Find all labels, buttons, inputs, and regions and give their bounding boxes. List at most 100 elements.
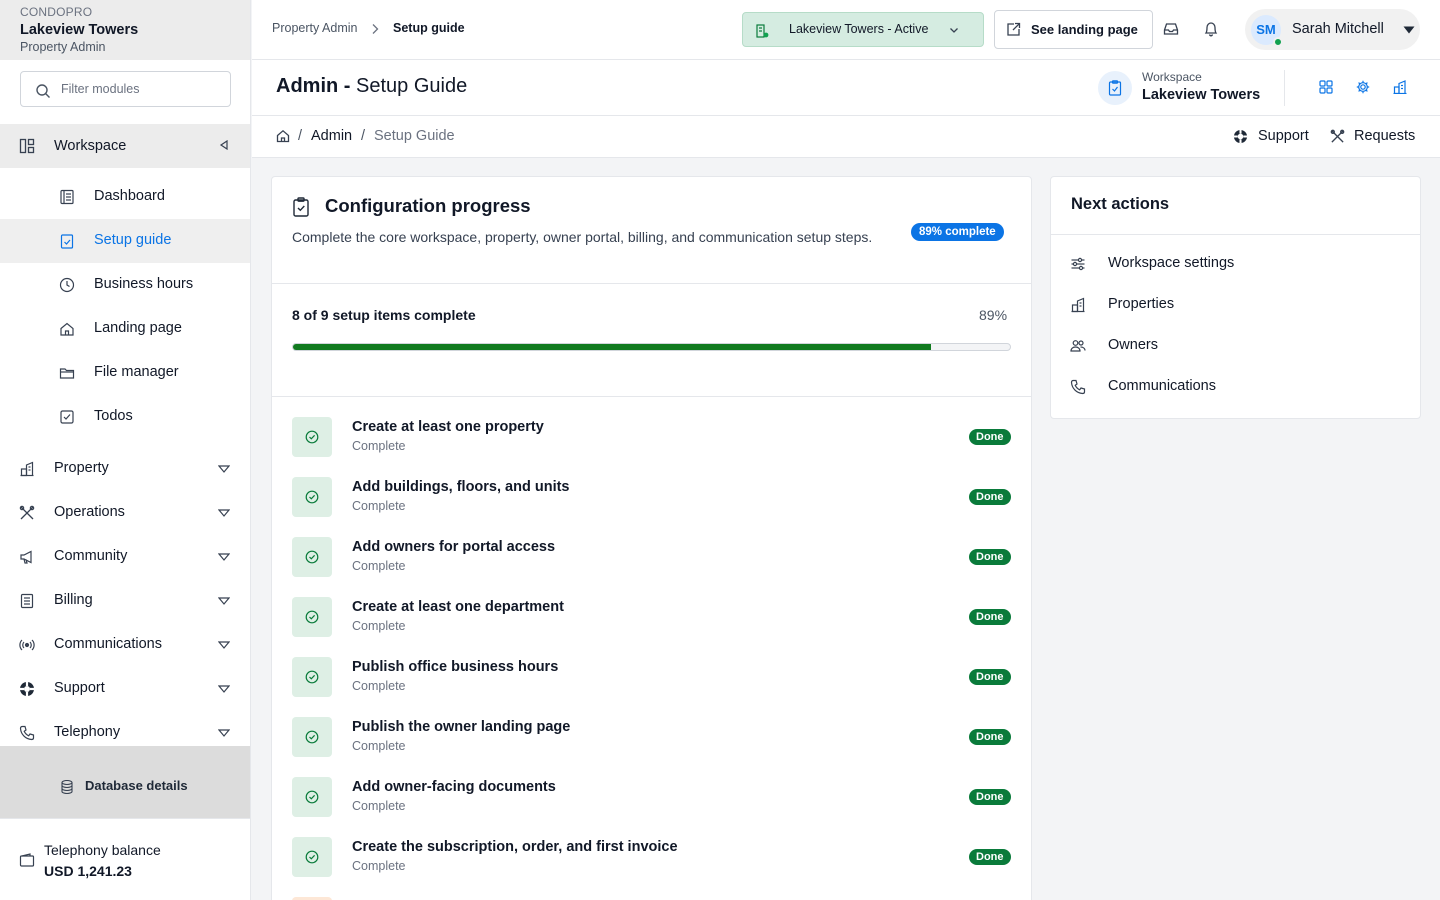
divider bbox=[1051, 234, 1420, 235]
page-title-bold: Admin - bbox=[276, 75, 351, 97]
caret-down-icon bbox=[1403, 26, 1415, 34]
sidebar-group-label: Workspace bbox=[54, 138, 127, 154]
sidebar-item-file-manager[interactable]: File manager bbox=[0, 351, 250, 395]
balance-value: USD 1,241.23 bbox=[44, 863, 132, 879]
grid-icon[interactable] bbox=[1319, 80, 1333, 94]
check-circle-icon bbox=[292, 477, 332, 517]
see-landing-page-label: See landing page bbox=[1031, 22, 1138, 37]
check-circle-icon bbox=[292, 717, 332, 757]
task-title: Add owner-facing documents bbox=[352, 779, 556, 795]
home-icon bbox=[59, 321, 75, 337]
breadcrumb-admin[interactable]: Admin bbox=[311, 128, 352, 144]
task-title: Add owners for portal access bbox=[352, 539, 556, 555]
done-badge: Done bbox=[969, 789, 1011, 805]
user-menu[interactable]: SM Sarah Mitchell bbox=[1245, 9, 1420, 50]
building-icon[interactable] bbox=[1393, 80, 1407, 94]
filter-modules-field bbox=[20, 71, 231, 107]
expand-caret-icon bbox=[218, 729, 230, 737]
expand-caret-icon bbox=[218, 509, 230, 517]
database-details-button[interactable]: Database details bbox=[0, 746, 250, 818]
task-row[interactable]: Add owners for portal access Complete Done bbox=[292, 537, 1011, 577]
chevron-right-icon bbox=[371, 23, 379, 35]
gear-icon[interactable] bbox=[1356, 80, 1370, 94]
expand-caret-icon bbox=[218, 597, 230, 605]
configuration-progress-card: Configuration progress Complete the core… bbox=[271, 176, 1032, 900]
done-badge: Done bbox=[969, 489, 1011, 505]
database-icon bbox=[61, 780, 73, 794]
sidebar-item-todos[interactable]: Todos bbox=[0, 395, 250, 439]
check-circle-icon bbox=[292, 777, 332, 817]
sidebar-item-business-hours[interactable]: Business hours bbox=[0, 263, 250, 307]
bell-icon[interactable] bbox=[1204, 21, 1218, 37]
header-workspace-name: Lakeview Towers bbox=[1142, 87, 1261, 103]
card-description: Complete the core workspace, property, o… bbox=[292, 229, 873, 245]
lifebuoy-icon bbox=[1233, 129, 1248, 144]
search-icon bbox=[35, 83, 51, 99]
sidebar-item-landing-page[interactable]: Landing page bbox=[0, 307, 250, 351]
task-status: Complete bbox=[352, 559, 406, 573]
sliders-icon bbox=[1070, 256, 1086, 272]
sidebar-section-community[interactable]: Community bbox=[0, 535, 250, 579]
dashboard-icon bbox=[59, 189, 75, 205]
sidebar-section-billing[interactable]: Billing bbox=[0, 579, 250, 623]
sidebar: CONDOPRO Lakeview Towers Property Admin … bbox=[0, 0, 251, 900]
check-circle-icon bbox=[292, 417, 332, 457]
sidebar-item-setup-guide[interactable]: Setup guide bbox=[0, 219, 250, 263]
next-action-communications[interactable]: Communications bbox=[1051, 367, 1420, 408]
page-title: Admin - Setup Guide bbox=[276, 75, 467, 98]
support-link[interactable]: Support bbox=[1258, 128, 1309, 144]
task-status: Complete bbox=[352, 739, 406, 753]
tools-icon bbox=[1330, 129, 1345, 144]
sidebar-section-label: Property bbox=[54, 460, 109, 476]
next-action-label: Properties bbox=[1108, 296, 1175, 312]
task-row[interactable]: Add buildings, floors, and units Complete… bbox=[292, 477, 1011, 517]
header-divider bbox=[1284, 70, 1285, 106]
task-status: Complete bbox=[352, 439, 406, 453]
completion-badge: 89% complete bbox=[911, 223, 1004, 241]
breadcrumb: / Admin / Setup Guide Support Requests bbox=[252, 116, 1440, 158]
workspace-select-value: Lakeview Towers - Active bbox=[789, 22, 929, 36]
see-landing-page-button[interactable]: See landing page bbox=[994, 10, 1153, 49]
filter-modules-input[interactable] bbox=[61, 79, 221, 99]
check-circle-icon bbox=[292, 537, 332, 577]
done-badge: Done bbox=[969, 849, 1011, 865]
next-actions-card: Next actions Workspace settings Properti… bbox=[1050, 176, 1421, 419]
sidebar-group-workspace[interactable]: Workspace bbox=[0, 124, 250, 168]
sidebar-section-label: Billing bbox=[54, 592, 93, 608]
database-details-label: Database details bbox=[85, 778, 188, 793]
task-row[interactable]: Create at least one department Complete Do… bbox=[292, 597, 1011, 637]
sidebar-section-property[interactable]: Property bbox=[0, 447, 250, 491]
divider bbox=[272, 396, 1031, 397]
sidebar-section-operations[interactable]: Operations bbox=[0, 491, 250, 535]
next-action-owners[interactable]: Owners bbox=[1051, 326, 1420, 367]
inbox-icon[interactable] bbox=[1163, 22, 1179, 36]
progress-bar bbox=[292, 343, 1011, 351]
workspace-select[interactable]: Lakeview Towers - Active bbox=[742, 12, 984, 47]
card-title: Configuration progress bbox=[325, 195, 531, 216]
task-row[interactable]: Create at least one property Complete Done bbox=[292, 417, 1011, 457]
breadcrumb-separator: / bbox=[298, 128, 303, 144]
task-row[interactable]: Publish the owner landing page Complete Do… bbox=[292, 717, 1011, 757]
next-action-properties[interactable]: Properties bbox=[1051, 285, 1420, 326]
expand-caret-icon bbox=[218, 553, 230, 561]
task-row[interactable]: Publish office business hours Complete Don… bbox=[292, 657, 1011, 697]
setup-count: 8 of 9 setup items complete bbox=[292, 307, 476, 323]
next-action-workspace-settings[interactable]: Workspace settings bbox=[1051, 244, 1420, 285]
home-icon[interactable] bbox=[276, 129, 290, 143]
online-status-dot bbox=[1273, 37, 1283, 47]
sidebar-item-label: Setup guide bbox=[94, 232, 172, 248]
task-row[interactable]: Add owner-facing documents Complete Done bbox=[292, 777, 1011, 817]
tools-icon bbox=[19, 505, 35, 521]
lifebuoy-icon bbox=[19, 681, 35, 697]
sidebar-section-communications[interactable]: Communications bbox=[0, 623, 250, 667]
sidebar-section-support[interactable]: Support bbox=[0, 667, 250, 711]
check-circle-icon bbox=[292, 657, 332, 697]
done-badge: Done bbox=[969, 729, 1011, 745]
next-action-label: Owners bbox=[1108, 337, 1158, 353]
task-row[interactable]: Create the subscription, order, and firs… bbox=[292, 837, 1011, 877]
check-circle-icon bbox=[292, 837, 332, 877]
requests-link[interactable]: Requests bbox=[1354, 128, 1415, 144]
top-breadcrumb-parent[interactable]: Property Admin bbox=[272, 21, 357, 35]
sidebar-item-dashboard[interactable]: Dashboard bbox=[0, 175, 250, 219]
progress-bar-fill bbox=[293, 344, 932, 350]
